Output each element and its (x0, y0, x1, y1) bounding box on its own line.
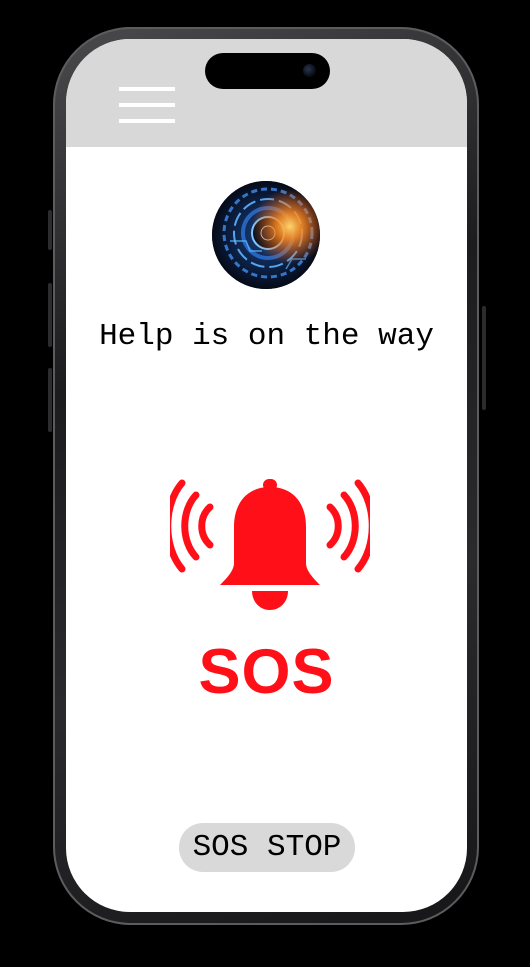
bell-body (220, 487, 320, 585)
right-wave-middle (340, 491, 359, 561)
sos-label: SOS (198, 637, 335, 707)
bell-clapper (252, 591, 288, 610)
camera-lens-avatar-icon (212, 181, 320, 289)
avatar (212, 181, 320, 289)
menu-line (119, 119, 175, 123)
power-button (482, 306, 486, 410)
left-wave-outer (170, 479, 186, 573)
dynamic-island (205, 53, 330, 89)
right-wave-inner (326, 503, 342, 549)
phone-screen: Help is on the way SOS SOS STOP (66, 39, 467, 912)
ringing-bell-icon (170, 479, 370, 610)
sos-stop-button[interactable]: SOS STOP (179, 823, 355, 872)
right-wave-outer (354, 479, 370, 573)
left-wave-middle (181, 491, 200, 561)
front-camera-icon (303, 64, 316, 77)
volume-down-button (48, 368, 52, 432)
volume-up-button (48, 283, 52, 347)
status-message: Help is on the way (99, 319, 434, 354)
left-wave-inner (198, 503, 214, 549)
menu-line (119, 87, 175, 91)
action-button (48, 210, 52, 250)
menu-line (119, 103, 175, 107)
hamburger-menu-icon[interactable] (116, 85, 178, 125)
